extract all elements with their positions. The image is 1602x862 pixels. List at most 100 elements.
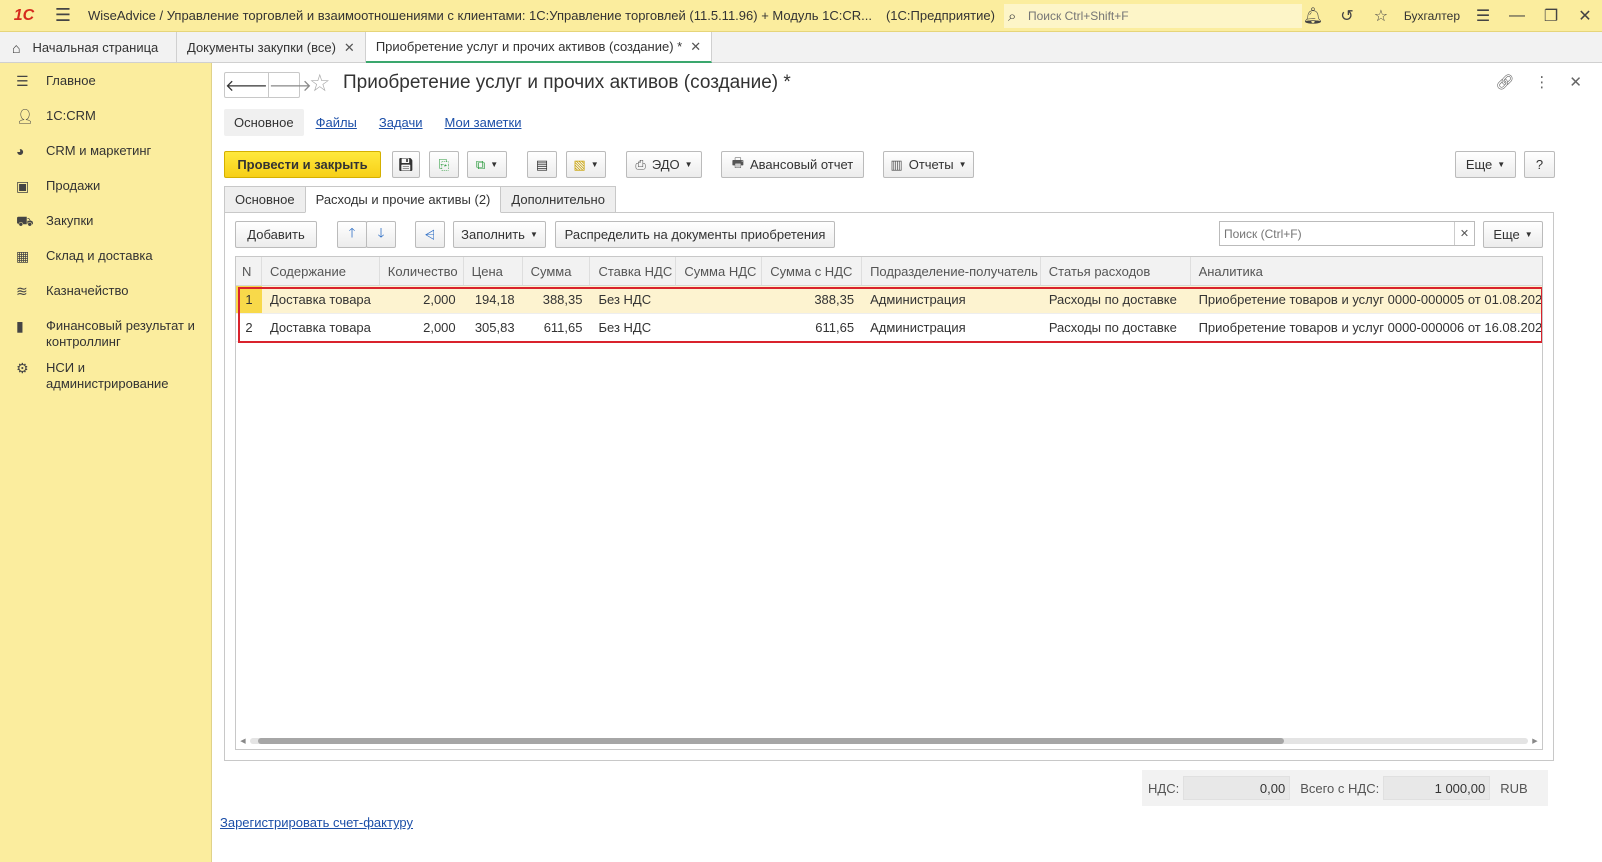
- history-icon[interactable]: ↺: [1330, 6, 1364, 26]
- table-search-input[interactable]: [1220, 222, 1454, 245]
- cell-sum-with-vat[interactable]: 388,35: [762, 286, 862, 313]
- column-header[interactable]: Подразделение-получатель: [862, 257, 1041, 285]
- table-row[interactable]: 2 Доставка товара 2,000 305,83 611,65 Бе…: [236, 314, 1542, 342]
- table-search[interactable]: ✕: [1219, 221, 1475, 246]
- cell-quantity[interactable]: 2,000: [380, 314, 464, 341]
- create-based-on-button[interactable]: ⧉ ▼: [467, 151, 507, 178]
- current-user[interactable]: Бухгалтер: [1398, 9, 1466, 23]
- global-search[interactable]: ⌕: [1004, 4, 1302, 28]
- 1c-logo[interactable]: 1С: [0, 0, 48, 32]
- favorites-star-icon[interactable]: ☆: [1364, 6, 1398, 26]
- cell-analytics[interactable]: Приобретение товаров и услуг 0000-000005…: [1191, 286, 1542, 313]
- window-mode: (1С:Предприятие): [885, 8, 995, 23]
- column-header[interactable]: Статья расходов: [1041, 257, 1191, 285]
- close-icon[interactable]: ✕: [344, 40, 355, 56]
- help-button[interactable]: ?: [1524, 151, 1555, 178]
- move-down-button[interactable]: 🡓: [366, 221, 396, 248]
- cell-vat-sum[interactable]: [676, 286, 762, 313]
- sidebar-item-sales[interactable]: ▣ Продажи: [0, 168, 211, 203]
- close-icon[interactable]: ✕: [690, 39, 701, 55]
- cell-department[interactable]: Администрация: [862, 286, 1041, 313]
- sidebar-item-warehouse[interactable]: ▦ Склад и доставка: [0, 238, 211, 273]
- cell-expense-item[interactable]: Расходы по доставке: [1041, 286, 1191, 313]
- column-header[interactable]: Содержание: [262, 257, 380, 285]
- journal-button[interactable]: ▤: [527, 151, 557, 178]
- forward-arrow-icon[interactable]: 🡒: [267, 73, 312, 97]
- cell-sum-with-vat[interactable]: 611,65: [762, 314, 862, 341]
- restore-icon[interactable]: ❐: [1534, 6, 1568, 26]
- sidebar-item-main[interactable]: ☰ Главное: [0, 63, 211, 98]
- section-tab-files[interactable]: Файлы: [306, 109, 367, 136]
- close-window-icon[interactable]: ✕: [1568, 6, 1602, 26]
- scroll-track[interactable]: [250, 738, 1528, 744]
- cell-sum[interactable]: 611,65: [523, 314, 591, 341]
- cell-expense-item[interactable]: Расходы по доставке: [1041, 314, 1191, 341]
- more-button[interactable]: Еще ▼: [1455, 151, 1516, 178]
- column-header[interactable]: Сумма: [523, 257, 591, 285]
- table-row[interactable]: 1 Доставка товара 2,000 194,18 388,35 Бе…: [236, 286, 1542, 314]
- sidebar-item-crm-marketing[interactable]: ◕ CRM и маркетинг: [0, 133, 211, 168]
- scroll-right-icon[interactable]: ▶: [1528, 737, 1542, 745]
- post-and-close-button[interactable]: Провести и закрыть: [224, 151, 381, 178]
- cell-sum[interactable]: 388,35: [523, 286, 591, 313]
- tab-current-document[interactable]: Приобретение услуг и прочих активов (соз…: [365, 32, 713, 63]
- cell-analytics[interactable]: Приобретение товаров и услуг 0000-000006…: [1191, 314, 1542, 341]
- sidebar-item-admin[interactable]: ⚙ НСИ и администрирование: [0, 350, 211, 392]
- minimize-icon[interactable]: —: [1500, 7, 1534, 25]
- scroll-thumb[interactable]: [258, 738, 1284, 744]
- save-button[interactable]: 💾︎: [392, 151, 420, 178]
- settings-menu-icon[interactable]: ☰: [1466, 6, 1500, 26]
- move-up-button[interactable]: 🡑: [337, 221, 367, 248]
- section-tab-tasks[interactable]: Задачи: [369, 109, 433, 136]
- post-button[interactable]: ⎘: [429, 151, 459, 178]
- form-tab-additional[interactable]: Дополнительно: [500, 186, 616, 213]
- sidebar-item-treasury[interactable]: ≋ Казначейство: [0, 273, 211, 308]
- sidebar-item-purchases[interactable]: ⛟ Закупки: [0, 203, 211, 238]
- scroll-left-icon[interactable]: ◀: [236, 737, 250, 745]
- section-tab-main[interactable]: Основное: [224, 108, 304, 136]
- back-arrow-icon[interactable]: 🡐: [225, 73, 268, 97]
- advance-report-button[interactable]: 🖶 Авансовый отчет: [721, 151, 864, 178]
- split-row-button[interactable]: ⩤: [415, 221, 445, 248]
- tab-home[interactable]: ⌂ Начальная страница: [0, 32, 177, 63]
- section-tab-notes[interactable]: Мои заметки: [435, 109, 532, 136]
- cell-vat-rate[interactable]: Без НДС: [590, 286, 676, 313]
- cell-quantity[interactable]: 2,000: [380, 286, 464, 313]
- column-header[interactable]: N: [236, 257, 262, 285]
- column-header[interactable]: Сумма НДС: [676, 257, 763, 285]
- distribute-button[interactable]: Распределить на документы приобретения: [555, 221, 835, 248]
- cell-price[interactable]: 305,83: [464, 314, 523, 341]
- cell-department[interactable]: Администрация: [862, 314, 1041, 341]
- table-more-button[interactable]: Еще ▼: [1483, 221, 1543, 248]
- close-form-icon[interactable]: ✕: [1569, 73, 1582, 91]
- column-header[interactable]: Ставка НДС: [590, 257, 677, 285]
- add-row-button[interactable]: Добавить: [235, 221, 317, 248]
- column-header[interactable]: Количество: [380, 257, 464, 285]
- cell-vat-sum[interactable]: [676, 314, 762, 341]
- sidebar-item-crm[interactable]: 👤︎ 1C:CRM: [0, 98, 211, 133]
- fill-button[interactable]: Заполнить ▼: [453, 221, 546, 248]
- column-header[interactable]: Сумма с НДС: [762, 257, 863, 285]
- bell-icon[interactable]: 🔔︎: [1296, 6, 1330, 26]
- form-tab-main[interactable]: Основное: [224, 186, 306, 213]
- register-invoice-link[interactable]: Зарегистрировать счет-фактуру: [220, 815, 413, 830]
- cell-content[interactable]: Доставка товара: [262, 314, 380, 341]
- tab-purchase-documents[interactable]: Документы закупки (все) ✕: [177, 32, 366, 63]
- form-tab-expenses[interactable]: Расходы и прочие активы (2): [304, 186, 502, 213]
- more-actions-icon[interactable]: ⋮: [1534, 73, 1549, 91]
- cell-content[interactable]: Доставка товара: [262, 286, 380, 313]
- sidebar-item-finance[interactable]: ▮ Финансовый результат и контроллинг: [0, 308, 211, 350]
- clear-search-icon[interactable]: ✕: [1454, 222, 1474, 245]
- column-header[interactable]: Цена: [464, 257, 523, 285]
- print-options-button[interactable]: ▧ ▼: [566, 151, 606, 178]
- global-search-input[interactable]: [1028, 9, 1288, 23]
- edo-button[interactable]: ⎙ ЭДО ▼: [626, 151, 702, 178]
- cell-price[interactable]: 194,18: [464, 286, 523, 313]
- favorite-star-icon[interactable]: ☆: [309, 69, 331, 98]
- column-header[interactable]: Аналитика: [1191, 257, 1542, 285]
- reports-button[interactable]: ▥ Отчеты ▼: [883, 151, 974, 178]
- cell-vat-rate[interactable]: Без НДС: [590, 314, 676, 341]
- link-icon[interactable]: 🔗︎: [1495, 73, 1514, 91]
- horizontal-scrollbar[interactable]: ◀ ▶: [236, 733, 1542, 749]
- main-menu-icon[interactable]: ☰: [48, 0, 78, 32]
